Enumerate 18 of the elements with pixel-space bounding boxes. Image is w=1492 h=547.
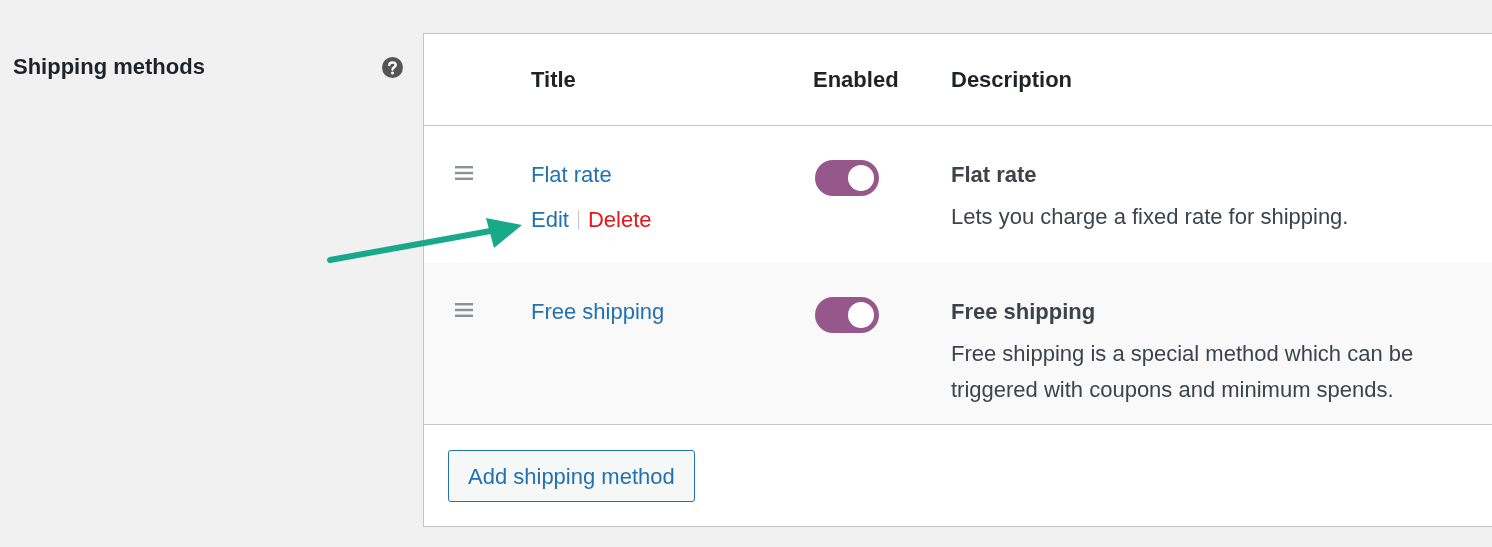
description-text: Free shipping is a special method which can be triggered with coupons and minimum spends. bbox=[951, 340, 1415, 404]
delete-link[interactable]: Delete bbox=[587, 203, 652, 236]
add-shipping-method-button[interactable]: Add shipping method bbox=[448, 450, 695, 502]
edit-link[interactable]: Edit bbox=[531, 203, 569, 236]
drag-handle-icon[interactable] bbox=[455, 303, 473, 317]
drag-handle-icon[interactable] bbox=[455, 166, 473, 180]
description-text: Lets you charge a fixed rate for shipping. bbox=[951, 203, 1350, 231]
section-label: Shipping methods bbox=[13, 53, 205, 80]
help-icon[interactable] bbox=[382, 57, 403, 78]
enabled-toggle[interactable] bbox=[815, 297, 879, 333]
column-header: Description bbox=[951, 66, 1073, 94]
column-header: Enabled bbox=[813, 66, 900, 94]
description-title: Flat rate bbox=[951, 161, 1038, 189]
method-title-link[interactable]: Flat rate bbox=[531, 158, 612, 191]
description-title: Free shipping bbox=[951, 298, 1097, 326]
column-header: Title bbox=[531, 66, 577, 94]
enabled-toggle[interactable] bbox=[815, 160, 879, 196]
method-title-link[interactable]: Free shipping bbox=[531, 295, 665, 328]
